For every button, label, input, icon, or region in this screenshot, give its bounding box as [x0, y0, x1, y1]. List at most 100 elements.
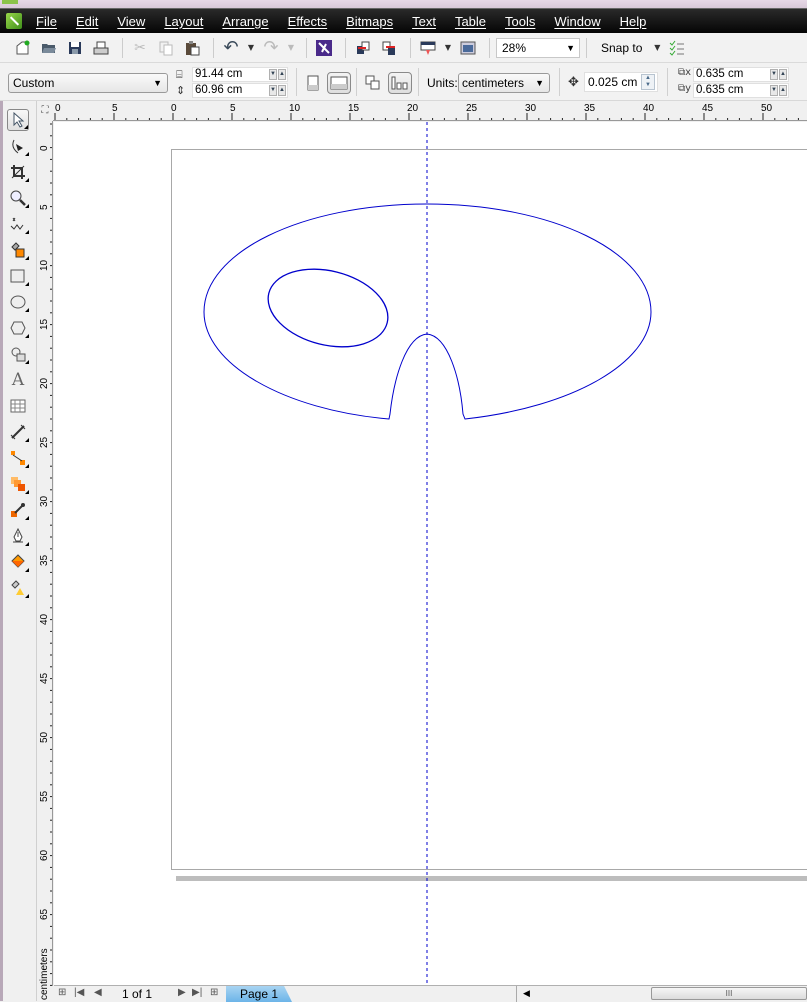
zoom-level-combo[interactable]: 28%▼: [496, 38, 580, 58]
menu-arrange[interactable]: Arrange: [222, 14, 268, 29]
fill-tool[interactable]: [7, 551, 29, 573]
drawing-surface[interactable]: [54, 122, 807, 985]
print-button[interactable]: [90, 37, 112, 59]
snap-to-dropdown-arrow[interactable]: ▼: [652, 43, 662, 52]
previous-page-button[interactable]: ◀: [94, 987, 102, 998]
duplicate-y-field[interactable]: 0.635 cm▼▲: [693, 83, 789, 98]
menu-help[interactable]: Help: [620, 14, 647, 29]
menu-text[interactable]: Text: [412, 14, 436, 29]
import-button[interactable]: [352, 37, 374, 59]
menu-bitmaps[interactable]: Bitmaps: [346, 14, 393, 29]
add-page-before-button[interactable]: ⊞: [58, 987, 66, 998]
first-page-button[interactable]: |◀: [74, 987, 84, 998]
paste-button[interactable]: [181, 37, 203, 59]
text-tool[interactable]: A: [7, 369, 29, 391]
portrait-button[interactable]: [301, 72, 325, 94]
spin-up-icon[interactable]: ▲: [779, 69, 787, 80]
spin-down-icon[interactable]: ▼: [770, 69, 778, 80]
menu-file[interactable]: File: [36, 14, 57, 29]
ruler-origin-button[interactable]: ⛶: [37, 101, 53, 121]
page-border: [172, 150, 807, 870]
duplicate-x-icon: ⧉x: [678, 67, 691, 78]
page-height-spinner[interactable]: ▼▲: [269, 85, 286, 96]
smart-fill-tool[interactable]: [7, 239, 29, 261]
current-page-button[interactable]: [388, 72, 412, 94]
spin-down-icon[interactable]: ▼: [770, 85, 778, 96]
scroll-left-icon[interactable]: ◀: [523, 988, 530, 999]
page-size-preset-select[interactable]: Custom▼: [8, 73, 168, 93]
spin-up-icon[interactable]: ▲: [278, 69, 286, 80]
table-tool[interactable]: [7, 395, 29, 417]
nudge-spinner[interactable]: ▲▼: [641, 74, 655, 90]
freehand-tool[interactable]: [7, 213, 29, 235]
rectangle-tool[interactable]: [7, 265, 29, 287]
crop-tool[interactable]: [7, 161, 29, 183]
page-height-field[interactable]: 60.96 cm▼▲: [192, 83, 288, 98]
open-button[interactable]: [38, 37, 60, 59]
menu-tools[interactable]: Tools: [505, 14, 535, 29]
add-page-after-button[interactable]: ⊞: [210, 987, 218, 998]
blend-tool[interactable]: [7, 473, 29, 495]
welcome-screen-icon: [460, 40, 476, 56]
cut-button[interactable]: ✂: [129, 37, 151, 59]
redo-button[interactable]: ↷: [260, 37, 282, 59]
zoom-tool[interactable]: [7, 187, 29, 209]
menu-edit[interactable]: Edit: [76, 14, 98, 29]
page-tab[interactable]: Page 1: [226, 986, 292, 1002]
shape-tool[interactable]: [7, 135, 29, 157]
save-button[interactable]: [64, 37, 86, 59]
horizontal-ruler[interactable]: 0505101520253035404550: [53, 101, 807, 121]
duplicate-x-field[interactable]: 0.635 cm▼▲: [693, 67, 789, 82]
landscape-icon: [330, 76, 348, 90]
undo-button[interactable]: ↶: [220, 37, 242, 59]
options-button[interactable]: [666, 37, 688, 59]
last-page-button[interactable]: ▶|: [192, 987, 202, 998]
corel-connect-button[interactable]: [313, 37, 335, 59]
menu-view[interactable]: View: [117, 14, 145, 29]
app-launcher-dropdown-arrow[interactable]: ▼: [443, 43, 453, 52]
interactive-fill-tool[interactable]: [7, 577, 29, 599]
title-bar: [0, 0, 807, 8]
duplicate-x-spinner[interactable]: ▼▲: [770, 69, 787, 80]
duplicate-y-spinner[interactable]: ▼▲: [770, 85, 787, 96]
nudge-distance-field[interactable]: 0.025 cm▲▼: [584, 72, 658, 92]
page-width-spinner[interactable]: ▼▲: [269, 69, 286, 80]
coreldraw-app-icon[interactable]: [6, 13, 22, 29]
interactive-fill-icon: [10, 580, 26, 596]
outline-tool[interactable]: [7, 525, 29, 547]
connector-tool[interactable]: [7, 447, 29, 469]
landscape-button[interactable]: [327, 72, 351, 94]
all-pages-button[interactable]: [361, 72, 385, 94]
spin-up-icon[interactable]: ▲: [278, 85, 286, 96]
snap-to-button[interactable]: Snap to: [601, 41, 642, 55]
ellipse-tool[interactable]: [7, 291, 29, 313]
checklist-icon: [669, 40, 685, 56]
pick-tool[interactable]: [7, 109, 29, 131]
new-document-button[interactable]: [12, 37, 34, 59]
export-button[interactable]: [378, 37, 400, 59]
units-select[interactable]: centimeters▼: [458, 73, 550, 93]
spin-down-icon[interactable]: ▼: [269, 85, 277, 96]
spin-up-icon[interactable]: ▲: [779, 85, 787, 96]
menu-effects[interactable]: Effects: [288, 14, 328, 29]
menu-window[interactable]: Window: [554, 14, 600, 29]
horizontal-scrollbar[interactable]: ◀ III: [516, 986, 807, 1002]
welcome-screen-button[interactable]: [457, 37, 479, 59]
toolbar-separator: [213, 38, 214, 58]
page-width-field[interactable]: 91.44 cm▼▲: [192, 67, 288, 82]
spin-down-icon[interactable]: ▼: [269, 69, 277, 80]
menu-layout[interactable]: Layout: [164, 14, 203, 29]
polygon-tool[interactable]: [7, 317, 29, 339]
next-page-button[interactable]: ▶: [178, 987, 186, 998]
copy-button[interactable]: [155, 37, 177, 59]
application-launcher-button[interactable]: [417, 37, 439, 59]
menu-table[interactable]: Table: [455, 14, 486, 29]
undo-dropdown-arrow[interactable]: ▼: [246, 43, 256, 52]
basic-shapes-tool[interactable]: [7, 343, 29, 365]
vertical-ruler[interactable]: 05101520253035404550556065: [37, 121, 53, 986]
redo-dropdown-arrow[interactable]: ▼: [286, 43, 296, 52]
drawing-canvas[interactable]: [54, 122, 807, 985]
dimension-tool[interactable]: [7, 421, 29, 443]
eyedropper-tool[interactable]: [7, 499, 29, 521]
scrollbar-thumb[interactable]: III: [651, 987, 807, 1000]
